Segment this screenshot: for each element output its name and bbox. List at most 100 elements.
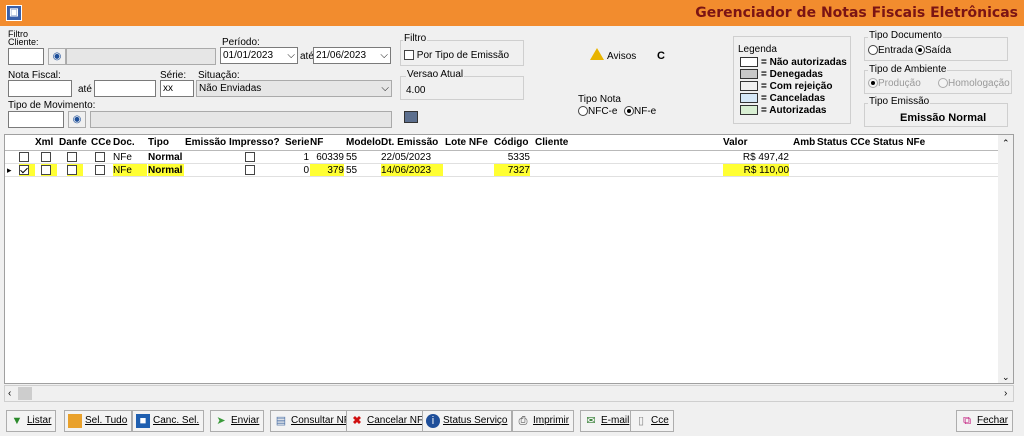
periodo-start-input[interactable]: 01/01/2023 ⌵ <box>220 47 298 64</box>
legend-item: = Com rejeição <box>740 81 832 93</box>
horizontal-scrollbar[interactable] <box>4 385 1014 402</box>
tipo-movimento-code-input[interactable] <box>8 111 64 128</box>
close-window-icon: ⧉ <box>963 415 971 427</box>
enviar-button[interactable]: ➤ Enviar <box>210 410 265 432</box>
impresso-checkbox[interactable] <box>245 152 255 163</box>
cancelar-label: Cancelar NF <box>367 415 424 426</box>
scroll-right-icon[interactable]: › <box>1004 388 1007 399</box>
row-checkbox[interactable] <box>41 152 51 163</box>
checkbox-icon[interactable] <box>404 50 414 61</box>
consultar-nf-button[interactable]: ▤ Consultar NF <box>270 410 355 432</box>
nf-start-input[interactable] <box>8 80 72 97</box>
homologacao-radio[interactable]: Homologação <box>938 78 1010 89</box>
serie-input[interactable]: xx <box>160 80 194 97</box>
row-checkbox[interactable] <box>67 165 77 176</box>
impresso-checkbox[interactable] <box>245 165 255 176</box>
fechar-label: Fechar <box>977 415 1009 426</box>
filter-icon: ▼ <box>11 415 23 427</box>
column-header[interactable]: Tipo <box>148 135 169 150</box>
por-tipo-emissao-checkbox[interactable]: Por Tipo de Emissão <box>404 50 509 61</box>
row-checkbox[interactable] <box>41 165 51 176</box>
legend-swatch <box>740 105 758 116</box>
tipo-ambiente-title: Tipo de Ambiente <box>868 64 948 75</box>
cancelar-nf-button[interactable]: ✖ Cancelar NF <box>346 410 429 432</box>
radio-icon[interactable] <box>624 106 634 117</box>
row-checkbox[interactable] <box>67 152 77 163</box>
tipo-movimento-name-field <box>90 111 392 128</box>
imprimir-button[interactable]: ⎙ Imprimir <box>512 410 575 432</box>
column-header[interactable]: NF <box>310 135 324 150</box>
saida-radio[interactable]: Saída <box>915 45 951 56</box>
column-header[interactable]: CCe <box>91 135 112 150</box>
scroll-left-icon[interactable]: ‹ <box>8 388 11 399</box>
column-header[interactable]: Emissão <box>185 135 227 150</box>
legend-label: = Canceladas <box>761 93 826 104</box>
nf-ate-label: até <box>78 84 92 95</box>
column-header[interactable]: Cliente <box>535 135 569 150</box>
periodo-ate-label: até <box>300 51 314 62</box>
legend-item: = Denegadas <box>740 69 823 81</box>
producao-radio[interactable]: Produção <box>868 78 921 89</box>
row-checkbox[interactable] <box>19 165 29 176</box>
column-header[interactable]: Serie <box>285 135 310 150</box>
avisos-label[interactable]: Avisos <box>607 51 636 62</box>
consultar-label: Consultar NF <box>291 415 350 426</box>
tipo-nota-nfce-radio[interactable]: NFC-e <box>578 106 617 117</box>
chevron-down-icon[interactable]: ⌵ <box>287 48 295 63</box>
tipo-nota-nfe-radio[interactable]: NF-e <box>624 106 656 117</box>
row-checkbox[interactable] <box>95 152 105 163</box>
row-checkbox[interactable] <box>19 152 29 163</box>
fechar-button[interactable]: ⧉ Fechar <box>956 410 1014 432</box>
nf-end-input[interactable] <box>94 80 156 97</box>
chevron-down-icon[interactable]: ⌵ <box>380 48 388 63</box>
radio-icon[interactable] <box>578 106 588 117</box>
scroll-down-icon[interactable]: ⌄ <box>1002 372 1010 383</box>
legend-label: = Denegadas <box>761 69 823 80</box>
canc-sel-button[interactable]: ■ Canc. Sel. <box>132 410 205 432</box>
column-header[interactable]: Dt. Emissão <box>381 135 439 150</box>
column-header[interactable]: Status CCe <box>817 135 871 150</box>
radio-icon[interactable] <box>938 78 948 89</box>
cliente-search-icon[interactable]: ◉ <box>48 48 66 65</box>
column-header[interactable]: Valor <box>723 135 748 150</box>
email-icon: ✉ <box>586 415 596 427</box>
sel-tudo-button[interactable]: Sel. Tudo <box>64 410 133 432</box>
column-header[interactable]: Modelo <box>346 135 381 150</box>
radio-icon[interactable] <box>915 45 925 56</box>
column-header[interactable]: Danfe <box>59 135 87 150</box>
tipo-movimento-label: Tipo de Movimento: <box>8 100 96 111</box>
column-header[interactable]: Doc. <box>113 135 135 150</box>
database-icon[interactable] <box>404 111 418 123</box>
info-icon: i <box>426 414 440 428</box>
nfce-label: NFC-e <box>588 106 618 117</box>
scroll-thumb[interactable] <box>18 387 32 400</box>
cliente-code-input[interactable] <box>8 48 44 65</box>
column-header[interactable]: Lote NFe <box>445 135 488 150</box>
column-header[interactable]: Código <box>494 135 529 150</box>
radio-icon[interactable] <box>868 78 878 89</box>
column-header[interactable]: Status NFe <box>873 135 926 150</box>
table-row[interactable]: ▸ NFe Normal 0 379 55 14/06/2023 7327 R$ 110,00 <box>5 164 1005 177</box>
listar-button[interactable]: ▼ Listar <box>6 410 57 432</box>
vertical-scrollbar[interactable] <box>998 135 1013 383</box>
chevron-down-icon[interactable]: ⌵ <box>381 81 389 96</box>
column-header[interactable]: Impresso? <box>229 135 280 150</box>
notas-grid[interactable]: Xml Danfe CCe Doc. Tipo Emissão Impresso? Serie… <box>4 134 1014 384</box>
situacao-select[interactable]: Não Enviadas ⌵ <box>196 80 392 97</box>
status-servico-button[interactable]: i Status Serviço <box>422 410 513 432</box>
row-checkbox[interactable] <box>95 165 105 176</box>
scroll-up-icon[interactable]: ⌃ <box>1002 138 1010 149</box>
email-button[interactable]: ✉ E-mail <box>580 410 635 432</box>
cce-button[interactable]: ▯ Cce <box>630 410 674 432</box>
column-header[interactable]: Xml <box>35 135 54 150</box>
entrada-radio[interactable]: Entrada <box>868 45 913 56</box>
tipo-documento-title: Tipo Documento <box>868 30 943 41</box>
legend-swatch <box>740 81 758 92</box>
legend-swatch <box>740 57 758 68</box>
sel-tudo-label: Sel. Tudo <box>85 415 128 426</box>
radio-icon[interactable] <box>868 45 878 56</box>
periodo-end-input[interactable]: 21/06/2023 ⌵ <box>313 47 391 64</box>
tipo-movimento-search-icon[interactable]: ◉ <box>68 111 86 128</box>
table-row[interactable]: NFe Normal 1 60339 55 22/05/2023 5335 R$ 497,42 <box>5 151 1005 164</box>
column-header[interactable]: Amb <box>793 135 816 150</box>
